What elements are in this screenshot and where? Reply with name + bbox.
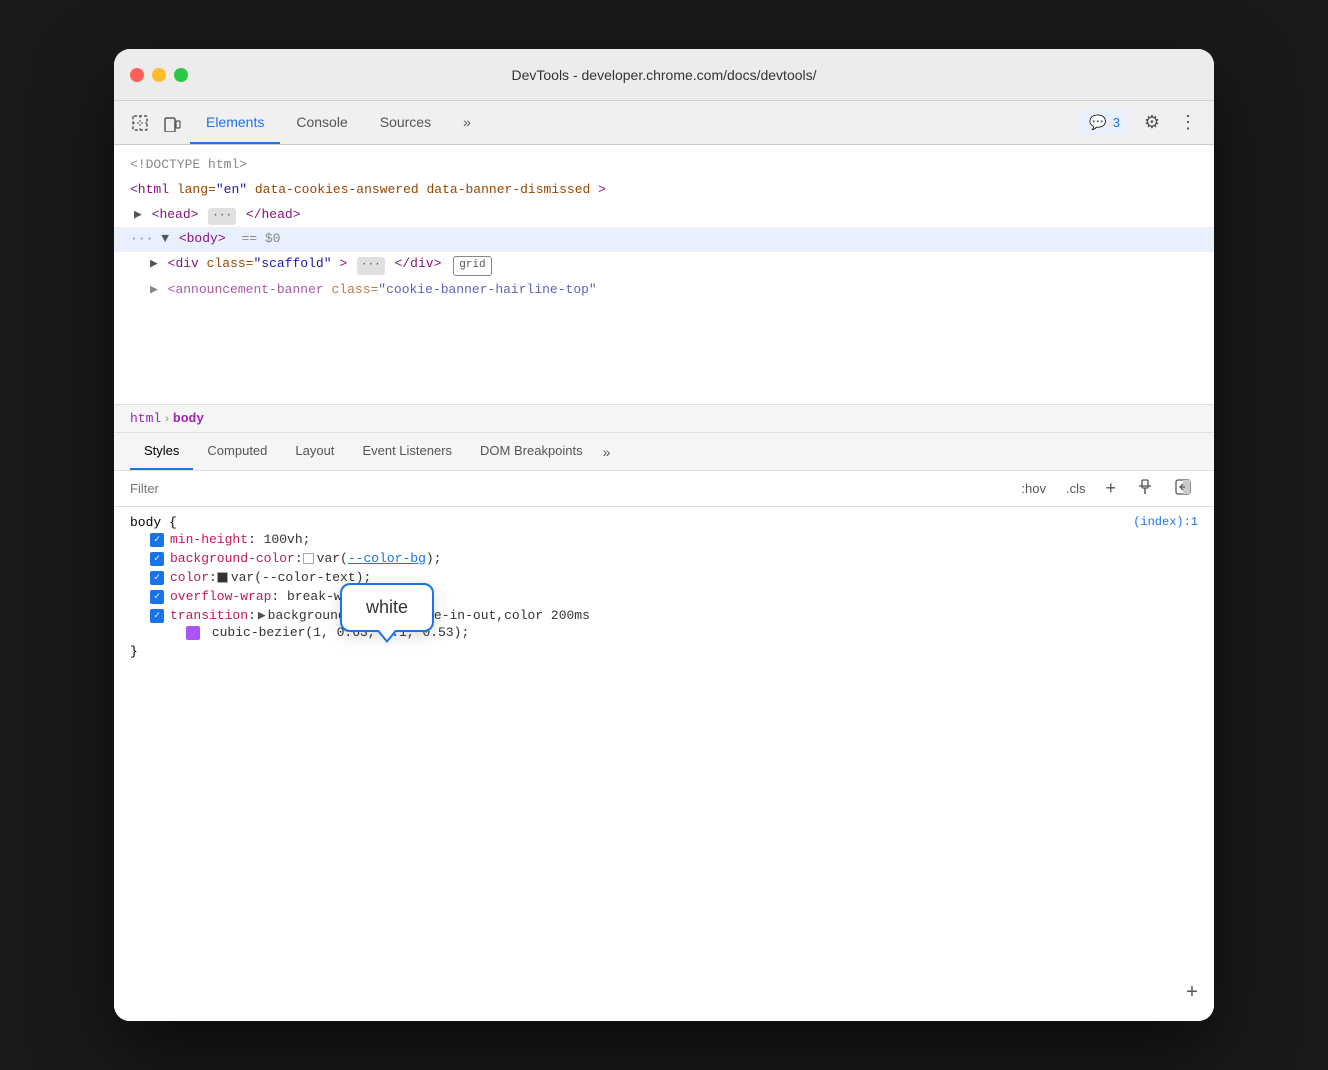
rule-closing: } (130, 640, 1198, 663)
devtools-toolbar: Elements Console Sources » 💬 3 ⚙ (114, 101, 1214, 145)
source-line-head[interactable]: ▶ <head> ··· </head> (114, 203, 1214, 228)
prop-overflow-wrap: overflow-wrap : break-word; (130, 587, 1198, 606)
prop-background-color: background-color : var(--color-bg); whit… (130, 549, 1198, 568)
maximize-button[interactable] (174, 68, 188, 82)
issues-badge[interactable]: 💬 3 (1079, 110, 1130, 135)
easing-swatch-2[interactable] (186, 626, 200, 640)
filter-actions: :hov .cls + (1015, 476, 1198, 501)
traffic-lights (130, 68, 188, 82)
tab-more-styles[interactable]: » (597, 444, 617, 460)
devtools-panel: Elements Console Sources » 💬 3 ⚙ (114, 101, 1214, 1021)
css-rules-panel: (index):1 body { min-height : 100vh; bac… (114, 507, 1214, 1021)
title-bar: DevTools - developer.chrome.com/docs/dev… (114, 49, 1214, 101)
source-line-div[interactable]: ▶ <div class="scaffold" > ··· </div> gri… (114, 252, 1214, 278)
breadcrumb: html › body (114, 405, 1214, 433)
browser-window: DevTools - developer.chrome.com/docs/dev… (114, 49, 1214, 1021)
tab-elements[interactable]: Elements (190, 101, 280, 144)
color-swatch-bg[interactable] (303, 553, 314, 564)
prop-min-height: min-height : 100vh; (130, 530, 1198, 549)
checkbox-transition[interactable] (150, 609, 164, 623)
filter-input[interactable] (130, 481, 1015, 496)
source-line-announcement[interactable]: ▶ <announcement-banner class="cookie-ban… (114, 278, 1214, 304)
styles-tabs-bar: Styles Computed Layout Event Listeners D… (114, 433, 1214, 471)
checkbox-color[interactable] (150, 571, 164, 585)
cls-button[interactable]: .cls (1060, 479, 1092, 498)
prop-color: color : var(--color-text); (130, 568, 1198, 587)
rule-header: (index):1 body { (130, 515, 1198, 530)
tooltip-text: white (366, 597, 408, 617)
more-options-icon[interactable]: ⋮ (1174, 109, 1202, 137)
html-source-panel: <!DOCTYPE html> <html lang="en" data-coo… (114, 145, 1214, 405)
hov-button[interactable]: :hov (1015, 479, 1052, 498)
color-swatch-text[interactable] (217, 572, 228, 583)
pin-style-button[interactable] (1130, 476, 1160, 501)
tab-styles[interactable]: Styles (130, 433, 193, 470)
tab-more[interactable]: » (447, 101, 487, 144)
devtools-tabs: Elements Console Sources » (190, 101, 487, 144)
issues-icon: 💬 (1089, 114, 1106, 131)
add-rule-button[interactable]: + (1186, 982, 1198, 1005)
tab-dom-breakpoints[interactable]: DOM Breakpoints (466, 433, 597, 470)
breadcrumb-body[interactable]: body (173, 411, 204, 426)
device-toggle-icon[interactable] (158, 109, 186, 137)
tab-computed[interactable]: Computed (193, 433, 281, 470)
minimize-button[interactable] (152, 68, 166, 82)
tab-sources[interactable]: Sources (364, 101, 447, 144)
tab-layout[interactable]: Layout (281, 433, 348, 470)
tooltip-content: white (340, 583, 434, 632)
rule-source-link[interactable]: (index):1 (1133, 515, 1198, 529)
transition-expand-icon[interactable]: ▶ (258, 608, 266, 623)
breadcrumb-html[interactable]: html (130, 411, 161, 426)
toolbar-right: 💬 3 ⚙ ⋮ (1079, 109, 1202, 137)
tab-event-listeners[interactable]: Event Listeners (348, 433, 466, 470)
tab-console[interactable]: Console (280, 101, 363, 144)
issues-count: 3 (1113, 115, 1120, 130)
window-title: DevTools - developer.chrome.com/docs/dev… (511, 67, 816, 83)
prop-transition: transition : ▶ background 500ms ease-in-… (130, 606, 1198, 625)
toggle-panel-button[interactable] (1168, 476, 1198, 501)
filter-bar: :hov .cls + (114, 471, 1214, 507)
color-tooltip: white (340, 583, 434, 632)
source-line-doctype: <!DOCTYPE html> (114, 153, 1214, 178)
checkbox-overflow-wrap[interactable] (150, 590, 164, 604)
source-line-body[interactable]: ··· ▼ <body> == $0 (114, 227, 1214, 252)
source-line-html: <html lang="en" data-cookies-answered da… (114, 178, 1214, 203)
rule-selector: body { (130, 515, 177, 530)
close-button[interactable] (130, 68, 144, 82)
prop-transition-line2: cubic-bezier(1, 0.63, 0.1, 0.53); (130, 625, 1198, 640)
link-color-bg[interactable]: --color-bg (348, 551, 426, 566)
inspector-icon[interactable] (126, 109, 154, 137)
checkbox-min-height[interactable] (150, 533, 164, 547)
checkbox-background-color[interactable] (150, 552, 164, 566)
add-style-button[interactable]: + (1099, 476, 1122, 501)
settings-icon[interactable]: ⚙ (1138, 109, 1166, 137)
